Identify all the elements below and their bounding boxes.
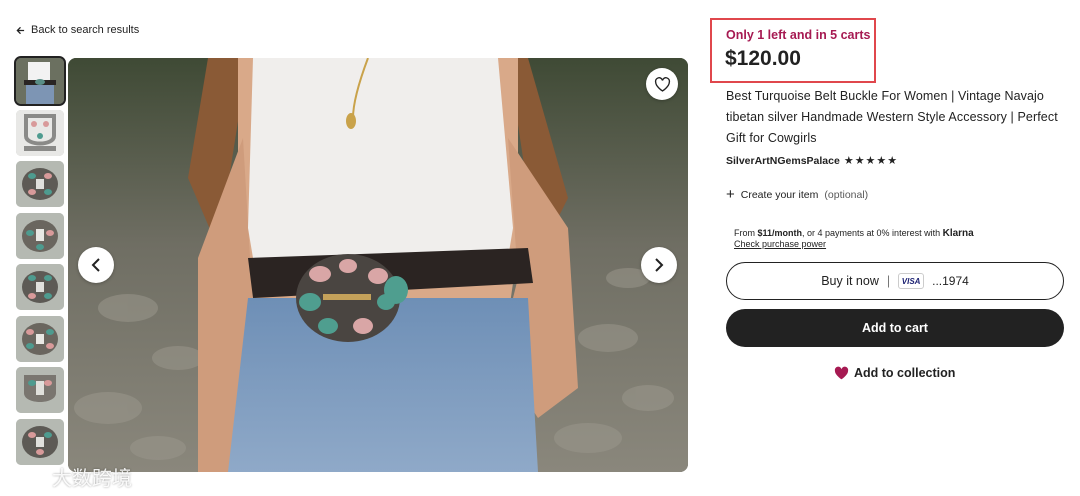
thumbnail-strip xyxy=(14,56,66,470)
optional-label: (optional) xyxy=(824,189,869,201)
thumbnail-1[interactable] xyxy=(14,56,66,106)
heart-outline-icon xyxy=(654,76,670,92)
chevron-left-icon xyxy=(91,258,100,272)
product-title: Best Turquoise Belt Buckle For Women | V… xyxy=(726,89,1058,145)
thumbnail-4[interactable] xyxy=(16,212,64,259)
thumbnail-7[interactable] xyxy=(16,367,64,413)
klarna-brand: Klarna xyxy=(942,228,974,239)
klarna-financing: From $11/month, or 4 payments at 0% inte… xyxy=(734,228,974,250)
thumbnail-6[interactable] xyxy=(16,315,64,362)
main-product-image[interactable] xyxy=(68,58,688,472)
check-purchase-power-link[interactable]: Check purchase power xyxy=(734,239,826,250)
watermark: 大数跨境 xyxy=(8,462,132,491)
add-to-cart-label: Add to cart xyxy=(862,321,928,335)
buy-now-separator: | xyxy=(886,274,891,288)
product-price: $120.00 xyxy=(725,47,801,70)
add-to-collection-label: Add to collection xyxy=(854,366,956,380)
thumbnail-8[interactable] xyxy=(16,418,64,465)
thumbnail-5[interactable] xyxy=(16,264,64,310)
shop-link[interactable]: SilverArtNGemsPalace ★★★★★ xyxy=(726,154,899,168)
previous-image-button[interactable] xyxy=(78,247,114,283)
chevron-right-icon xyxy=(655,258,664,272)
create-item-label: Create your item xyxy=(740,189,819,201)
buy-now-label: Buy it now xyxy=(821,274,879,288)
stock-message: Only 1 left and in 5 carts xyxy=(726,28,871,42)
product-photo xyxy=(68,58,688,472)
heart-filled-icon xyxy=(834,366,849,380)
star-rating: ★★★★★ xyxy=(843,155,899,167)
card-last-digits: ...1974 xyxy=(932,274,969,288)
arrow-left-icon xyxy=(16,26,25,34)
klarna-prefix: From xyxy=(734,228,758,238)
thumbnail-2[interactable] xyxy=(16,109,64,156)
buy-it-now-button[interactable]: Buy it now | VISA ...1974 xyxy=(726,262,1064,300)
plus-icon: + xyxy=(726,186,735,203)
add-to-collection-button[interactable]: Add to collection xyxy=(834,366,955,380)
visa-card-icon: VISA xyxy=(898,273,925,289)
next-image-button[interactable] xyxy=(641,247,677,283)
favorite-button[interactable] xyxy=(646,68,678,100)
thumbnail-3[interactable] xyxy=(16,161,64,207)
klarna-amount: $11/month xyxy=(757,228,803,238)
watermark-text: 大数跨境 xyxy=(52,466,132,490)
klarna-middle: , or 4 payments at 0% interest with xyxy=(802,228,943,238)
back-link-label: Back to search results xyxy=(31,24,140,36)
watermark-logo-icon xyxy=(9,469,44,484)
back-to-search-link[interactable]: Back to search results xyxy=(16,24,139,36)
add-to-cart-button[interactable]: Add to cart xyxy=(726,309,1064,347)
create-your-item-toggle[interactable]: + Create your item (optional) xyxy=(726,186,869,203)
shop-name: SilverArtNGemsPalace xyxy=(726,154,840,167)
